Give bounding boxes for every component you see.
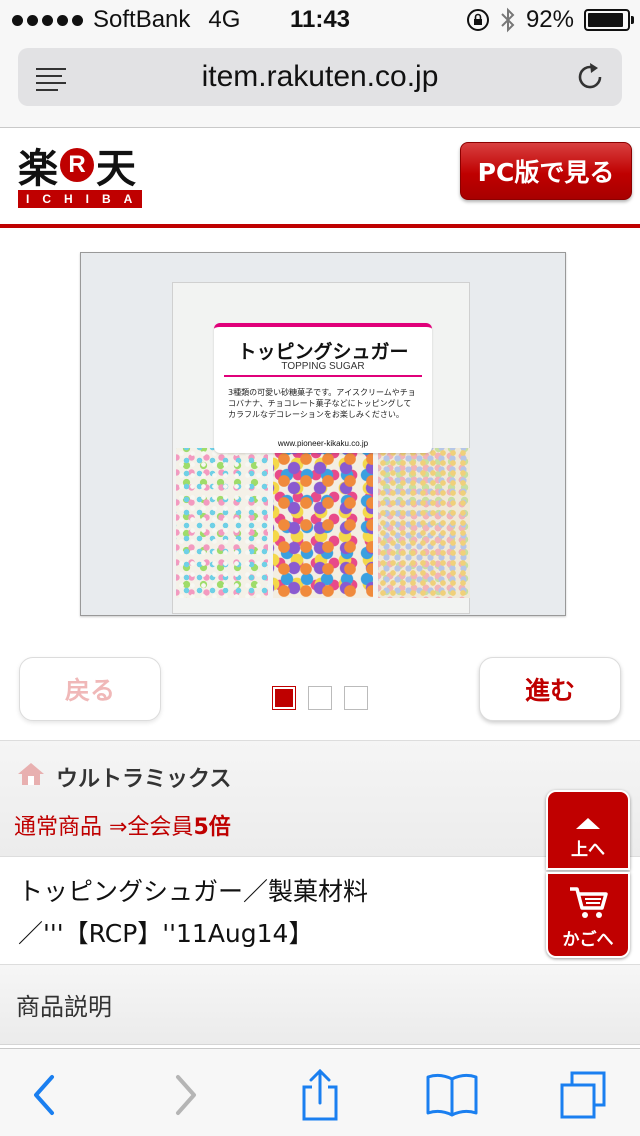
pager-dot-1[interactable] [272, 686, 296, 710]
cart-icon [570, 887, 608, 918]
tabs-icon[interactable] [556, 1067, 612, 1123]
logo-kanji-right: 天 [96, 146, 136, 192]
pc-version-button[interactable]: PC版で見る [460, 142, 632, 200]
share-icon[interactable] [292, 1067, 348, 1123]
home-icon [18, 763, 44, 785]
package-label: トッピングシュガー TOPPING SUGAR 3種類の可愛い砂糖菓子です。アイ… [214, 323, 432, 453]
pager-dot-3[interactable] [344, 686, 368, 710]
package-description: 3種類の可愛い砂糖菓子です。アイスクリームやチョコバナナ、チョコレート菓子などに… [228, 388, 416, 419]
rakuten-ichiba-logo[interactable]: 楽 R 天 ICHIBA [18, 140, 142, 212]
battery-icon [584, 9, 634, 31]
point-prefix: 通常商品 ⇒全会員 [14, 815, 194, 840]
image-pager [272, 686, 368, 710]
sprinkles-hearts [273, 448, 373, 598]
browser-toolbar [0, 1048, 640, 1136]
shop-info: ウルトラミックス 通常商品 ⇒全会員5倍 [0, 740, 640, 857]
status-bar: SoftBank 4G 11:43 92% [0, 0, 640, 40]
item-title: トッピングシュガー／製菓材料／'''【RCP】''11Aug14】 [18, 877, 369, 948]
sprinkles-nonpareils [176, 448, 268, 598]
point-info: 通常商品 ⇒全会員5倍 [14, 809, 231, 841]
cart-button[interactable]: かごへ [546, 872, 630, 958]
browser-address-area: item.rakuten.co.jp [0, 40, 640, 128]
pager-dot-2[interactable] [308, 686, 332, 710]
logo-ichiba-text: ICHIBA [18, 190, 142, 208]
back-arrow-icon[interactable] [16, 1067, 72, 1123]
product-image[interactable]: トッピングシュガー TOPPING SUGAR 3種類の可愛い砂糖菓子です。アイ… [80, 252, 566, 616]
shop-name-link[interactable]: ウルトラミックス [56, 761, 231, 793]
forward-arrow-icon[interactable] [158, 1067, 214, 1123]
next-button[interactable]: 進む [479, 657, 621, 721]
description-header-label: 商品説明 [16, 993, 112, 1021]
bookmarks-icon[interactable] [424, 1067, 480, 1123]
scroll-top-button[interactable]: 上へ [546, 790, 630, 870]
reload-icon[interactable] [574, 61, 606, 93]
status-right: 92% [466, 6, 634, 34]
up-arrow-icon [576, 818, 600, 829]
description-header[interactable]: 商品説明 [0, 965, 640, 1045]
package-title-jp: トッピングシュガー [237, 341, 409, 363]
rotation-lock-icon [466, 9, 489, 31]
bluetooth-icon [501, 7, 515, 33]
package-url: www.pioneer-kikaku.co.jp [277, 439, 369, 448]
logo-r-mark: R [60, 148, 94, 182]
back-button[interactable]: 戻る [19, 657, 161, 721]
site-header: 楽 R 天 ICHIBA PC版で見る [0, 128, 640, 228]
url-bar[interactable]: item.rakuten.co.jp [18, 48, 622, 106]
url-text[interactable]: item.rakuten.co.jp [18, 60, 622, 94]
battery-percent: 92% [525, 6, 574, 33]
package-title-en: TOPPING SUGAR [224, 361, 422, 377]
scroll-top-label: 上へ [571, 840, 605, 860]
sprinkles-pearls [378, 448, 470, 598]
point-multiplier: 5倍 [193, 815, 231, 840]
cart-label: かごへ [562, 930, 614, 950]
item-title-block: トッピングシュガー／製菓材料／'''【RCP】''11Aug14】 [0, 857, 640, 965]
logo-kanji-left: 楽 [18, 146, 58, 192]
